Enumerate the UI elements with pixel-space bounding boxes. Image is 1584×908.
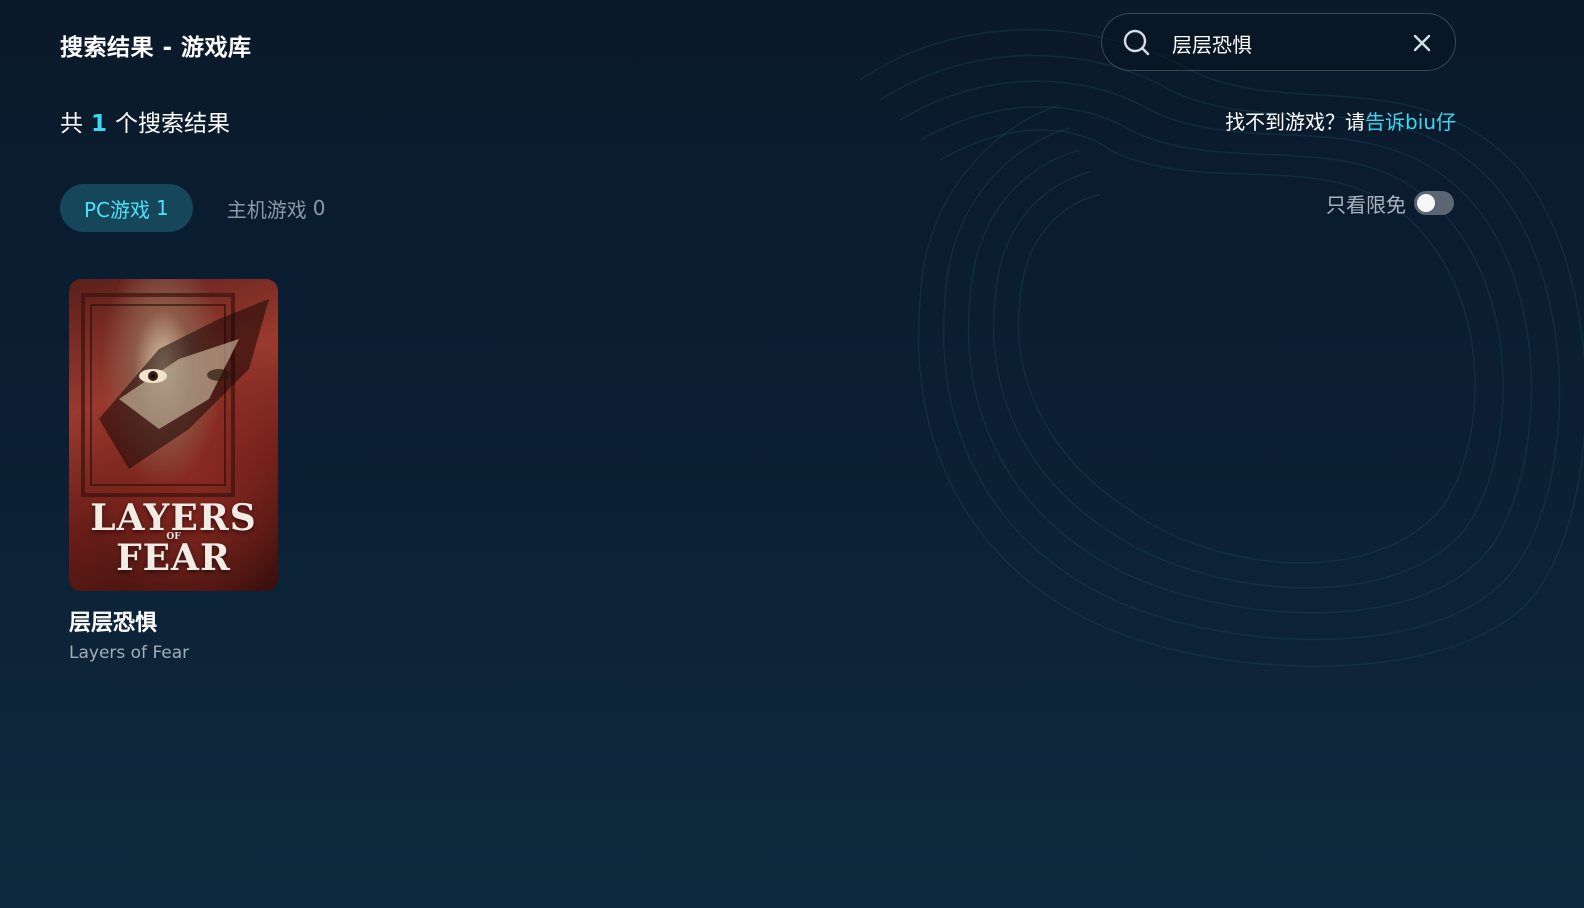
toggle-knob [1417,194,1435,212]
clear-search-icon[interactable] [1410,31,1434,55]
game-card[interactable]: LAYERS OF FEAR 层层恐惧 Layers of Fear [69,279,278,663]
free-only-label: 只看限免 [1326,192,1406,217]
feedback-link[interactable]: 告诉biu仔 [1365,110,1456,134]
feedback-text: 找不到游戏？请 [1225,110,1366,134]
result-count-number: 1 [91,111,108,137]
search-box[interactable] [1101,13,1456,71]
free-only-toggle[interactable] [1414,191,1454,215]
cover-title-line-3: FEAR [116,537,231,579]
result-count-prefix: 共 [60,111,83,137]
tab-pc-games-label: PC游戏 [84,197,151,222]
page-title: 搜索结果 - 游戏库 [60,35,252,61]
tab-pc-games-count: 1 [156,196,169,220]
tab-console-games-count: 0 [312,196,326,220]
feedback-prompt: 找不到游戏？请告诉biu仔 [1225,106,1456,135]
game-cover[interactable]: LAYERS OF FEAR [69,279,278,591]
game-name[interactable]: 层层恐惧 [69,605,278,637]
platform-tabs: PC游戏 1 主机游戏 0 [60,184,350,232]
game-subname: Layers of Fear [69,643,190,663]
tab-console-games-label: 主机游戏 [226,197,307,222]
tab-console-games[interactable]: 主机游戏 0 [203,184,350,232]
search-icon [1123,29,1150,56]
result-count-suffix: 个搜索结果 [115,111,231,137]
free-only-filter: 只看限免 [1326,190,1454,217]
search-results-page: 搜索结果 - 游戏库 共 1 个搜索结果 找不到游戏？请告诉biu仔 PC游戏 … [0,0,1584,908]
search-input[interactable] [1172,26,1392,60]
result-count: 共 1 个搜索结果 [60,104,230,138]
tab-pc-games[interactable]: PC游戏 1 [60,184,193,232]
